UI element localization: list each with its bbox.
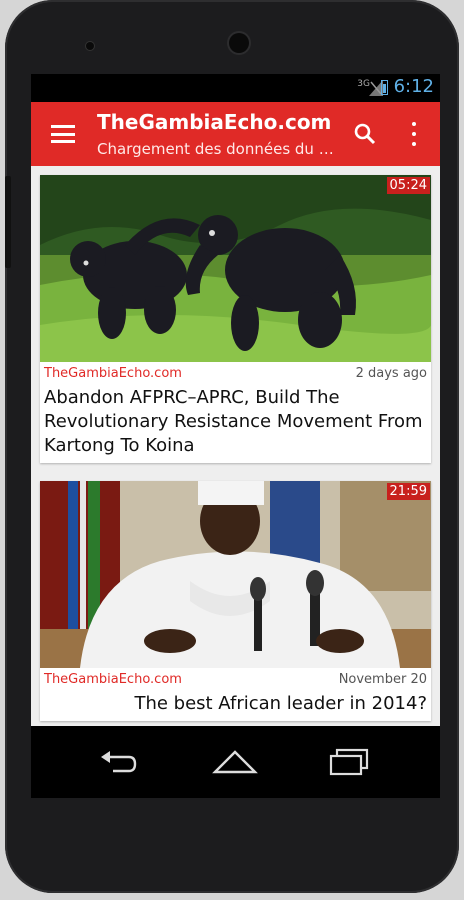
app-title: TheGambiaEcho.com <box>97 110 332 134</box>
app-bar: TheGambiaEcho.com Chargement des données… <box>31 102 440 166</box>
phone-side-button <box>5 176 11 268</box>
app-subtitle: Chargement des données du fi… <box>97 140 337 158</box>
video-date: November 20 <box>338 672 427 687</box>
battery-icon <box>381 80 388 95</box>
front-camera <box>229 33 249 53</box>
menu-icon[interactable] <box>51 125 75 143</box>
video-duration: 05:24 <box>386 177 430 194</box>
video-meta: TheGambiaEcho.com 2 days ago <box>40 362 431 386</box>
video-headline[interactable]: The best African leader in 2014? <box>40 692 431 721</box>
video-source[interactable]: TheGambiaEcho.com <box>44 366 182 381</box>
gorillas-image <box>40 175 431 362</box>
status-clock: 6:12 <box>393 76 434 97</box>
video-date: 2 days ago <box>355 366 427 381</box>
recent-apps-icon[interactable] <box>327 748 369 776</box>
screen-overlay: 05:24 TheGambiaEcho.com 2 days ago Aband… <box>31 74 440 798</box>
home-icon[interactable] <box>212 748 258 776</box>
video-feed: 05:24 TheGambiaEcho.com 2 days ago Aband… <box>40 175 431 763</box>
search-icon[interactable] <box>353 122 377 146</box>
video-source[interactable]: TheGambiaEcho.com <box>44 672 182 687</box>
video-meta: TheGambiaEcho.com November 20 <box>40 668 431 692</box>
video-card[interactable]: 21:59 TheGambiaEcho.com November 20 The … <box>40 481 431 721</box>
video-headline[interactable]: Abandon AFPRC–APRC, Build The Revolution… <box>40 386 431 463</box>
front-sensor <box>86 42 94 50</box>
video-card[interactable]: 05:24 TheGambiaEcho.com 2 days ago Aband… <box>40 175 431 463</box>
more-vert-icon[interactable] <box>409 122 419 146</box>
back-icon[interactable] <box>99 748 139 776</box>
nav-bar <box>31 726 440 798</box>
video-thumbnail[interactable]: 21:59 <box>40 481 431 668</box>
video-duration: 21:59 <box>386 483 430 500</box>
video-thumbnail[interactable]: 05:24 <box>40 175 431 362</box>
status-bar: 3G 6:12 <box>31 74 440 102</box>
speaker-image <box>40 481 431 668</box>
